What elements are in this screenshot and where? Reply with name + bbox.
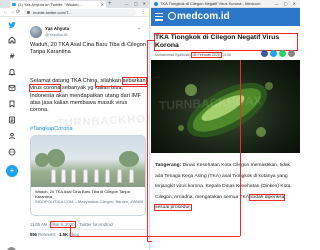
twitter-favicon-icon [12,3,16,6]
medcom-tab-title: TKA Tiongkok di Cilegon Negatif Virus Ko… [160,1,261,6]
article-body: Tangerang: Dinas Kesehatan Kota Cilegon … [153,161,297,214]
close-tab-icon[interactable]: ✕ [101,1,104,8]
article-time: 13:36 [221,53,231,57]
medcom-logo[interactable]: medcom.id [168,11,230,23]
address-bar-row: ←→⟳ mobile.twitter.com/T... ⋮ [0,8,149,17]
more-share-icon[interactable] [288,50,295,57]
home-icon[interactable] [7,35,16,44]
tab-title: (1) Yas Ahyuta on Twitter: "Waduh,... [18,2,83,7]
tree-shape [119,151,139,167]
tweet-text-line1: Waduh, 20 TKA Asal Cina Baru Tiba di Cil… [30,42,146,56]
whatsapp-share-icon[interactable] [279,50,286,57]
notifications-icon[interactable] [7,67,16,76]
url-text: mobile.twitter.com/T... [33,10,72,15]
tweet-date-highlight: Mar 5, 2020 [50,221,77,228]
window-controls[interactable]: — ▢ ✕ [125,0,148,8]
nav-buttons-icon[interactable]: ←→⟳ [3,8,22,17]
link-preview-card[interactable]: Waduh, 20 TKA Asal Cina Baru Tiba di Cil… [30,135,146,216]
window-controls[interactable]: — ▢ ✕ [275,0,298,8]
annotation-connector [70,225,71,236]
facebook-share-icon[interactable] [261,50,268,57]
browser-tab[interactable]: (1) Yas Ahyuta on Twitter: "Waduh,... ✕ [10,1,106,8]
annotation-connector [95,86,147,87]
browser-tab-bar: (1) Yas Ahyuta on Twitter: "Waduh,... ✕ … [0,0,149,8]
author-avatar[interactable] [30,26,42,38]
hashtag-link[interactable]: #TangkapCorona [30,126,73,132]
article-image: TURNBACKHOAX [151,60,300,153]
annotation-connector [147,40,155,41]
article-meta: Muhammad Syaifullah 05 Februari 2020 13:… [155,52,231,58]
compose-tweet-button[interactable]: + [6,165,18,177]
bookmarks-icon[interactable] [7,99,16,108]
tweet-text-before: Selamat datang TKA China, silahkan [30,78,122,84]
retweets-label: Retweets [38,232,56,237]
article-author: Muhammad Syaifullah [155,53,191,57]
person-shape [105,169,110,183]
medcom-browser-window: TKA Tiongkok di Cilegon Negatif Virus Ko… [151,0,300,250]
person-shape [83,169,88,183]
author-handle[interactable]: @Yascfvu16 [45,32,67,37]
divider [30,229,146,230]
browser-menu-icon[interactable]: ⋮ [141,8,146,17]
tweet-text-body: Selamat datang TKA China, silahkan sebar… [29,76,147,114]
logo-text: medcom.id [177,11,230,22]
person-shape [51,169,56,183]
messages-icon[interactable] [7,83,16,92]
share-buttons [261,50,295,57]
twitter-bird-icon[interactable] [7,20,16,29]
tweet-options-icon[interactable]: ⌄ [137,25,141,31]
tree-shape [47,149,65,167]
tweet-time: 11:05 AM [30,222,48,227]
twitter-share-icon[interactable] [270,50,277,57]
person-shape [71,169,76,183]
medcom-title-bar: TKA Tiongkok di Cilegon Negatif Virus Ko… [151,0,300,8]
annotation-connector [70,236,240,237]
article-dateline: Tangerang: [155,163,182,168]
new-tab-icon[interactable]: + [108,0,112,8]
like-count[interactable]: 1.5K [59,232,68,237]
card-body: Waduh, 20 TKA Asal Cina Baru Tiba di Cil… [31,187,145,215]
lists-icon[interactable] [7,115,16,124]
annotation-connector [147,241,152,242]
explore-icon[interactable]: # [7,51,16,60]
author-name[interactable]: Yas Ahyuta [45,26,69,31]
article-date-highlight: 05 Februari 2020 [190,52,222,58]
logo-mark-icon [168,12,176,20]
twitter-sidebar: # + [0,17,24,250]
card-title: Waduh, 20 TKA Asal Cina Baru Tiba di Cil… [35,189,130,199]
svg-text:#: # [9,52,15,60]
card-domain: INDOPOLITIKA.COM – Masyarakat Cilegon, B… [35,199,143,204]
person-shape [117,169,122,183]
medcom-header: medcom.id [151,8,300,26]
tweet: Yas Ahyuta @Yascfvu16 ⌄ Waduh, 20 TKA As… [25,17,149,250]
person-shape [61,169,66,183]
annotation-connector [240,60,241,236]
url-field[interactable]: mobile.twitter.com/T... [24,9,136,16]
twitter-browser-window: (1) Yas Ahyuta on Twitter: "Waduh,... ✕ … [0,0,150,250]
retweet-count[interactable]: 550 [30,232,37,237]
annotation-connector [147,40,148,242]
article-headline: TKA Tiongkok di Cilegon Negatif Virus Ko… [154,33,298,51]
medcom-favicon-icon [154,2,158,6]
more-icon[interactable] [7,147,16,156]
profile-icon[interactable] [7,131,16,140]
tweet-source[interactable]: Twitter for Android [79,222,113,227]
person-shape [129,169,134,183]
person-shape [94,169,99,183]
card-image [31,136,145,187]
lock-icon [27,10,30,14]
tweet-timestamp: 11:05 AM · Mar 5, 2020 · Twitter for And… [30,221,113,228]
hamburger-menu-icon[interactable] [155,13,163,21]
